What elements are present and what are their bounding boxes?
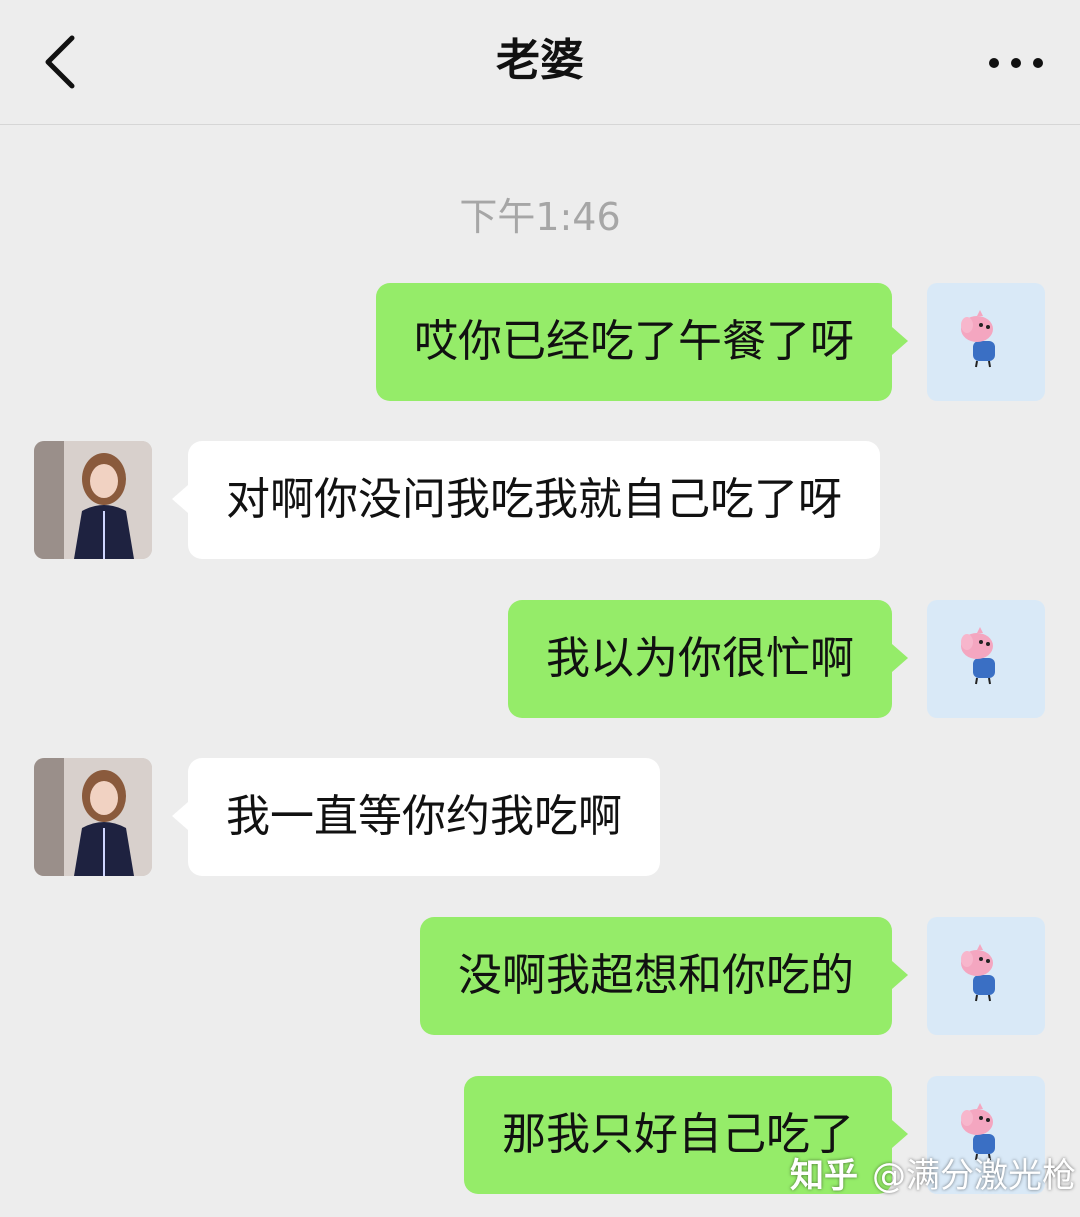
message-bubble-sent[interactable]: 我以为你很忙啊: [508, 600, 908, 718]
chat-title: 老婆: [496, 35, 584, 86]
more-dots-icon[interactable]: [986, 48, 1046, 78]
contact-avatar[interactable]: [34, 441, 152, 559]
message-bubble-sent[interactable]: 没啊我超想和你吃的: [420, 917, 908, 1035]
pig-character-icon: [961, 627, 995, 685]
pig-character-icon: [961, 944, 995, 1002]
message-bubble-sent[interactable]: 哎你已经吃了午餐了呀: [376, 283, 908, 401]
contact-photo-icon: [34, 441, 152, 559]
watermark-brand: 知乎: [790, 1156, 858, 1196]
message-timestamp: 下午1:46: [459, 195, 621, 239]
contact-photo-icon: [34, 758, 152, 876]
my-avatar[interactable]: [927, 283, 1045, 401]
pig-character-icon: [961, 310, 995, 368]
message-bubble-received[interactable]: 对啊你没问我吃我就自己吃了呀: [172, 441, 880, 559]
chat-header: 老婆: [0, 0, 1080, 125]
my-avatar[interactable]: [927, 600, 1045, 718]
my-avatar[interactable]: [927, 917, 1045, 1035]
contact-avatar[interactable]: [34, 758, 152, 876]
watermark: 知乎 @满分激光枪: [790, 1148, 1076, 1197]
message-bubble-received[interactable]: 我一直等你约我吃啊: [172, 758, 660, 876]
watermark-handle: @满分激光枪: [872, 1156, 1076, 1196]
